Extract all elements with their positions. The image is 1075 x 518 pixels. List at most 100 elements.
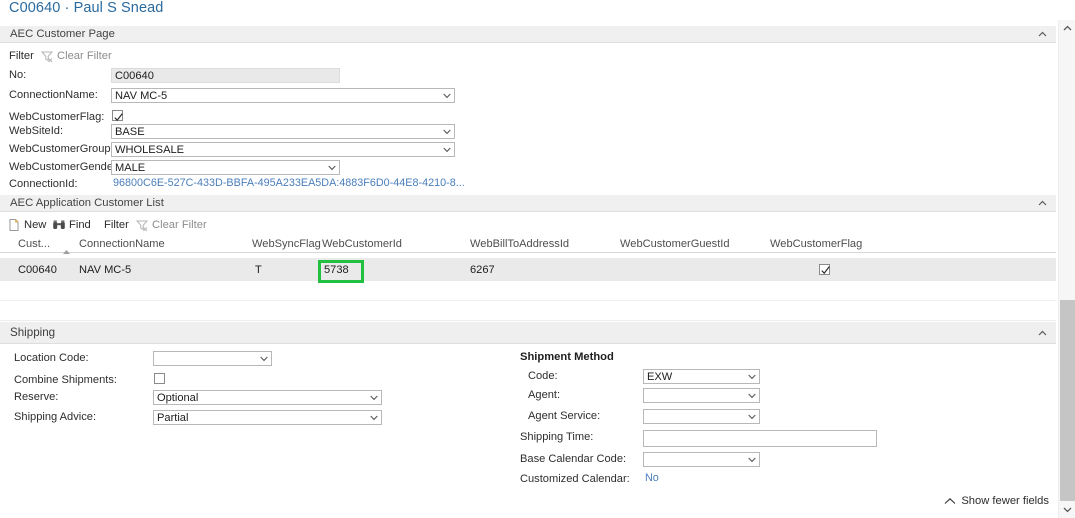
- web-customer-group-dropdown[interactable]: WHOLESALE: [111, 142, 455, 157]
- chevron-down-icon[interactable]: [443, 93, 451, 99]
- shipment-method-group-title: Shipment Method: [520, 351, 614, 363]
- cell-connection-name: NAV MC-5: [79, 264, 132, 276]
- section-title-shipping: Shipping: [10, 326, 56, 339]
- clear-filter-button[interactable]: Clear Filter: [40, 47, 112, 65]
- chevron-down-icon[interactable]: [443, 147, 451, 153]
- toolbar-customer-list: New Find Filter Clear Filter: [0, 216, 1056, 234]
- new-button-label: New: [24, 219, 47, 231]
- section-header-aec-customer-page[interactable]: AEC Customer Page: [0, 26, 1056, 43]
- field-label-customized-calendar: Customized Calendar:: [520, 473, 630, 485]
- field-row-web-site-id: WebSiteId: BASE: [0, 124, 460, 140]
- chevron-down-icon[interactable]: [748, 393, 756, 399]
- shipment-code-value: EXW: [647, 371, 673, 383]
- web-site-id-value: BASE: [115, 126, 145, 138]
- chevron-up-icon[interactable]: [1038, 329, 1047, 338]
- field-row-web-customer-group: WebCustomerGroup: WHOLESALE: [0, 142, 460, 158]
- find-button-label: Find: [69, 219, 91, 231]
- field-row-customized-calendar: Customized Calendar: No: [0, 472, 900, 488]
- chevron-up-icon[interactable]: [1038, 30, 1047, 39]
- connection-name-dropdown[interactable]: NAV MC-5: [111, 88, 455, 103]
- clear-filter-icon: [40, 49, 54, 63]
- table-row-empty[interactable]: [0, 301, 1056, 321]
- vertical-scrollbar[interactable]: [1058, 20, 1075, 518]
- field-row-shipment-code: Code: EXW: [0, 369, 900, 385]
- customer-list-grid: Cust... ConnectionName WebSyncFlag WebCu…: [0, 234, 1056, 322]
- toolbar-customer-page: Filter Clear Filter: [0, 47, 1056, 65]
- column-header-web-customer-id[interactable]: WebCustomerId: [322, 238, 402, 250]
- column-header-web-customer-flag[interactable]: WebCustomerFlag: [770, 238, 862, 250]
- column-header-web-bill-to-address-id[interactable]: WebBillToAddressId: [470, 238, 569, 250]
- no-field[interactable]: C00640: [111, 68, 340, 83]
- filter-button[interactable]: Filter: [104, 216, 129, 234]
- column-header-cust[interactable]: Cust...: [18, 238, 50, 250]
- field-label-agent: Agent:: [528, 389, 561, 401]
- connection-name-value: NAV MC-5: [115, 90, 168, 102]
- table-row-empty[interactable]: [0, 281, 1056, 301]
- base-calendar-code-dropdown[interactable]: [643, 452, 760, 467]
- field-label-connection-id: ConnectionId:: [9, 178, 78, 190]
- column-header-connection-name[interactable]: ConnectionName: [79, 238, 165, 250]
- column-header-web-customer-guest-id[interactable]: WebCustomerGuestId: [620, 238, 730, 250]
- field-label-web-customer-flag: WebCustomerFlag:: [9, 111, 105, 123]
- chevron-down-icon[interactable]: [748, 414, 756, 420]
- chevron-down-icon[interactable]: [260, 356, 268, 362]
- shipping-time-input[interactable]: [643, 430, 877, 447]
- field-label-shipment-code: Code:: [528, 370, 558, 382]
- find-button[interactable]: Find: [52, 216, 91, 234]
- field-label-location-code: Location Code:: [14, 352, 89, 364]
- web-site-id-dropdown[interactable]: BASE: [111, 124, 455, 139]
- field-label-agent-service: Agent Service:: [528, 410, 601, 422]
- field-row-agent: Agent:: [0, 388, 900, 404]
- agent-service-dropdown[interactable]: [643, 409, 760, 424]
- cell-web-sync-flag: T: [255, 264, 262, 276]
- section-title-aec-customer-page: AEC Customer Page: [10, 28, 115, 40]
- binoculars-icon: [52, 218, 66, 232]
- field-label-connection-name: ConnectionName:: [9, 89, 98, 101]
- chevron-down-icon[interactable]: [328, 165, 336, 171]
- chevron-up-icon[interactable]: [1038, 199, 1047, 208]
- clear-filter-button[interactable]: Clear Filter: [135, 216, 207, 234]
- agent-dropdown[interactable]: [643, 388, 760, 403]
- web-customer-flag-checkbox[interactable]: [112, 110, 124, 122]
- aec-customer-card-window: C00640 · Paul S Snead AEC Customer Page …: [0, 0, 1075, 518]
- chevron-down-icon[interactable]: [748, 457, 756, 463]
- section-header-shipping[interactable]: Shipping: [0, 322, 1056, 344]
- shipment-code-dropdown[interactable]: EXW: [643, 369, 760, 384]
- filter-button[interactable]: Filter: [9, 47, 34, 65]
- web-customer-gender-value: MALE: [115, 162, 146, 174]
- field-row-shipping-time: Shipping Time:: [0, 430, 900, 447]
- scroll-up-button[interactable]: [1059, 20, 1075, 37]
- chevron-down-icon: [1063, 507, 1072, 513]
- show-fewer-fields-button[interactable]: Show fewer fields: [944, 495, 1049, 507]
- scroll-down-button[interactable]: [1059, 501, 1075, 518]
- new-button[interactable]: New: [7, 216, 46, 234]
- field-label-no: No:: [9, 69, 27, 81]
- filter-button-label: Filter: [9, 50, 34, 62]
- cell-cust: C00640: [18, 264, 57, 276]
- field-label-web-site-id: WebSiteId:: [9, 125, 64, 137]
- section-header-aec-application-customer-list[interactable]: AEC Application Customer List: [0, 195, 1056, 212]
- customized-calendar-link[interactable]: No: [645, 472, 659, 484]
- clear-filter-button-label: Clear Filter: [152, 219, 207, 231]
- sort-ascending-icon: [62, 242, 71, 254]
- new-document-icon: [7, 218, 21, 232]
- table-row[interactable]: C00640 NAV MC-5 T 5738 6267: [0, 258, 1056, 281]
- scrollbar-thumb[interactable]: [1060, 300, 1075, 505]
- location-code-dropdown[interactable]: [153, 351, 272, 366]
- no-field-value: C00640: [115, 70, 154, 82]
- field-row-connection-id: ConnectionId: 96800C6E-527C-433D-BBFA-49…: [0, 177, 465, 193]
- field-row-no: No: C00640: [0, 68, 460, 84]
- column-header-web-sync-flag[interactable]: WebSyncFlag: [252, 238, 321, 250]
- cell-web-bill-to-address-id: 6267: [470, 264, 495, 276]
- field-row-location-code: Location Code:: [0, 351, 400, 367]
- check-icon: [113, 110, 124, 122]
- cell-web-customer-id: 5738: [324, 264, 349, 276]
- field-row-agent-service: Agent Service:: [0, 409, 900, 425]
- chevron-down-icon[interactable]: [443, 129, 451, 135]
- chevron-down-icon[interactable]: [748, 374, 756, 380]
- filter-button-label: Filter: [104, 219, 129, 231]
- chevron-up-icon: [944, 497, 956, 506]
- web-customer-gender-dropdown[interactable]: MALE: [111, 160, 340, 175]
- connection-id-link[interactable]: 96800C6E-527C-433D-BBFA-495A233EA5DA:488…: [113, 177, 465, 189]
- cell-web-customer-flag-checkbox[interactable]: [819, 264, 830, 275]
